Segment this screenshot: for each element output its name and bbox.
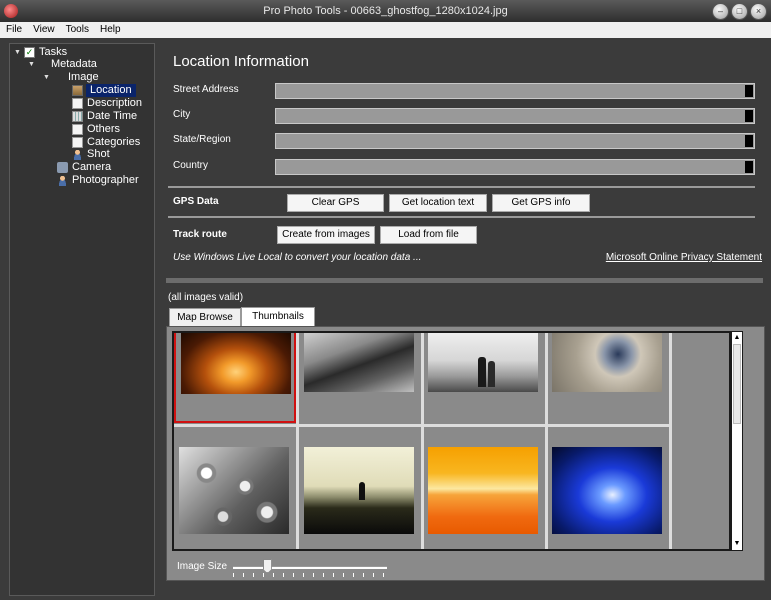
- tree-item-label: Camera: [72, 161, 112, 173]
- expand-icon[interactable]: ▼: [43, 71, 51, 84]
- tree-item-label: Date Time: [87, 110, 138, 122]
- tab-map-browse[interactable]: Map Browse: [169, 308, 241, 326]
- slider-knob[interactable]: [262, 559, 272, 573]
- scroll-thumb[interactable]: [733, 344, 741, 424]
- thumbnail-lone-figure-field[interactable]: [299, 427, 421, 534]
- tree-item-label: Image: [68, 71, 99, 83]
- tree-item-label: Photographer: [72, 174, 139, 186]
- tree-item-label: Metadata: [51, 58, 97, 70]
- divider: [168, 216, 755, 218]
- page-icon: [72, 137, 83, 148]
- tree-item-label: Description: [87, 97, 143, 109]
- image-size-label: Image Size: [177, 561, 228, 572]
- tree-item-date-time[interactable]: Date Time: [62, 110, 137, 123]
- tab-thumbnails[interactable]: Thumbnails: [241, 307, 315, 327]
- menu-help[interactable]: Help: [94, 22, 126, 38]
- track-route-label: Track route: [173, 229, 227, 240]
- state-region-field[interactable]: [275, 133, 755, 149]
- street-address-label: Street Address: [173, 84, 239, 95]
- images-status: (all images valid): [168, 292, 244, 303]
- tree-item-photographer[interactable]: Photographer: [47, 174, 139, 187]
- divider: [168, 186, 755, 188]
- checklist-icon: ✓: [24, 47, 35, 58]
- section-title: Location Information: [173, 53, 309, 70]
- menu-file[interactable]: File: [0, 22, 27, 38]
- thumbnail-scrollbar[interactable]: ▲ ▼: [731, 331, 743, 551]
- privacy-statement-link[interactable]: Microsoft Online Privacy Statement: [606, 252, 762, 263]
- thumbnail-water-droplets[interactable]: [174, 427, 296, 534]
- splitter-bar[interactable]: [166, 278, 763, 283]
- image-size-slider[interactable]: [229, 556, 391, 580]
- scroll-up-icon[interactable]: ▲: [732, 333, 742, 343]
- tree-item-others[interactable]: Others: [62, 123, 120, 136]
- page-icon: [72, 98, 83, 109]
- tree-item-location[interactable]: Location: [62, 84, 136, 97]
- expand-icon[interactable]: ▼: [28, 58, 36, 71]
- city-field[interactable]: [275, 108, 755, 124]
- thumbnail-blue-light-swirl[interactable]: [547, 427, 669, 534]
- person-icon: [57, 175, 68, 186]
- scroll-down-icon[interactable]: ▼: [732, 539, 742, 549]
- thumbnail-spiral-metal[interactable]: [547, 333, 669, 423]
- thumbnail-couple-foggy-beach[interactable]: [423, 333, 545, 423]
- window-title: Pro Photo Tools - 00663_ghostfog_1280x10…: [263, 5, 508, 17]
- location-icon: [72, 85, 83, 96]
- title-bar: Pro Photo Tools - 00663_ghostfog_1280x10…: [0, 0, 771, 22]
- city-input[interactable]: [276, 109, 754, 123]
- city-label: City: [173, 109, 191, 120]
- state-region-input[interactable]: [276, 134, 754, 148]
- country-input[interactable]: [276, 160, 754, 174]
- person-icon: [72, 149, 83, 160]
- menu-bar: File View Tools Help: [0, 22, 771, 38]
- minimize-button[interactable]: –: [712, 3, 729, 20]
- thumbnail-orange-sunset-gradient[interactable]: [423, 427, 545, 534]
- window-controls: – □ ×: [712, 3, 767, 20]
- tree-item-label: Shot: [87, 148, 110, 160]
- load-from-file-button[interactable]: Load from file: [380, 226, 477, 244]
- tree-item-shot[interactable]: Shot: [62, 148, 110, 161]
- street-address-input[interactable]: [276, 84, 754, 98]
- app-icon: [4, 4, 18, 18]
- thumbnail-railing-path[interactable]: [299, 333, 421, 423]
- thumbnail-ghostfog-forest[interactable]: [174, 333, 296, 423]
- tree-item-label: Location: [86, 84, 136, 97]
- page-icon: [72, 124, 83, 135]
- thumbnail-grid: [172, 331, 731, 551]
- country-label: Country: [173, 160, 209, 171]
- tree-item-description[interactable]: Description: [62, 97, 142, 110]
- create-from-images-button[interactable]: Create from images: [277, 226, 375, 244]
- calendar-icon: [72, 111, 83, 122]
- tree-item-camera[interactable]: Camera: [47, 161, 111, 174]
- clear-gps-button[interactable]: Clear GPS: [287, 194, 384, 212]
- get-location-text-button[interactable]: Get location text: [389, 194, 487, 212]
- menu-tools[interactable]: Tools: [60, 22, 94, 38]
- live-local-note: Use Windows Live Local to convert your l…: [173, 252, 422, 263]
- state-region-label: State/Region: [173, 134, 231, 145]
- country-field[interactable]: [275, 159, 755, 175]
- tree-item-label: Others: [87, 123, 121, 135]
- tree-item-metadata[interactable]: ▼ Metadata: [28, 58, 97, 71]
- get-gps-info-button[interactable]: Get GPS info: [492, 194, 590, 212]
- menu-view[interactable]: View: [27, 22, 60, 38]
- maximize-button[interactable]: □: [731, 3, 748, 20]
- camera-icon: [57, 162, 68, 173]
- gps-data-label: GPS Data: [173, 196, 219, 207]
- tree-item-image[interactable]: ▼ Image: [43, 71, 99, 84]
- location-panel: Location Information Street Address City…: [160, 43, 769, 594]
- task-tree: ▼ ✓ Tasks ▼ Metadata ▼ Image Location De…: [9, 43, 155, 596]
- street-address-field[interactable]: [275, 83, 755, 99]
- expand-icon[interactable]: ▼: [14, 46, 22, 59]
- close-button[interactable]: ×: [750, 3, 767, 20]
